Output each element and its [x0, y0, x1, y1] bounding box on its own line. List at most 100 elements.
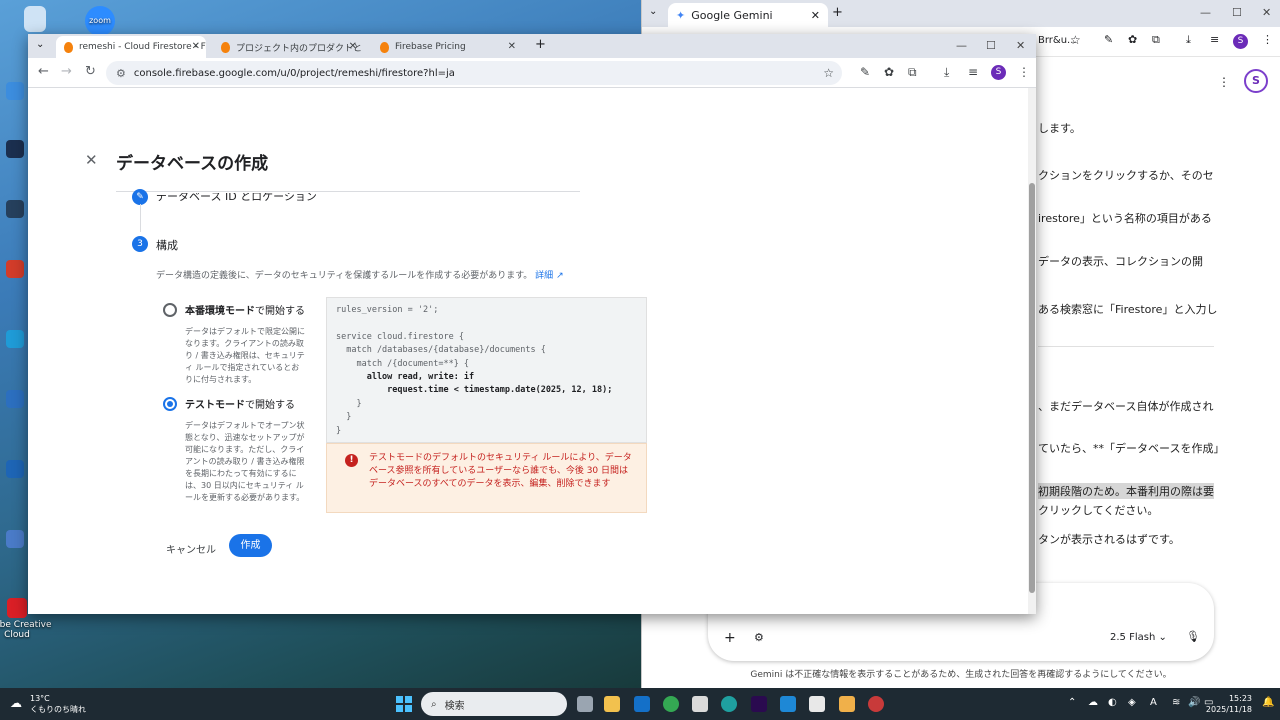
tab-title: remeshi - Cloud Firestore - Fire	[79, 42, 206, 52]
tab-search-icon[interactable]: ⌄	[36, 39, 44, 50]
close-icon[interactable]: ✕	[811, 9, 820, 22]
bookmark-star-icon[interactable]: ☆	[823, 66, 834, 80]
forward-icon[interactable]: →	[61, 64, 72, 79]
new-tab-icon[interactable]: +	[535, 37, 546, 52]
create-button[interactable]: 作成	[229, 534, 272, 557]
download-icon[interactable]: ⤓	[944, 65, 949, 80]
code-line: }	[336, 398, 362, 409]
media-icon[interactable]: ≡	[968, 65, 978, 79]
minimize-icon[interactable]: —	[956, 39, 967, 52]
app-icon[interactable]	[692, 696, 708, 712]
tray-chevron-icon[interactable]: ⌃	[1068, 697, 1076, 708]
maximize-icon[interactable]: ☐	[1232, 6, 1242, 19]
address-bar[interactable]: ⚙ console.firebase.google.com/u/0/projec…	[106, 61, 842, 85]
close-window-icon[interactable]: ✕	[1262, 6, 1271, 19]
ime-indicator-icon[interactable]: A	[1150, 697, 1157, 708]
test-mode-radio[interactable]	[163, 397, 177, 411]
response-line: データの表示、コレクションの開	[1038, 255, 1203, 268]
warning-text: テストモードのデフォルトのセキュリティ ルールにより、データベース参照を所有して…	[369, 453, 632, 489]
download-icon[interactable]: ⤓	[1186, 33, 1191, 47]
microphone-icon[interactable]: 🎙	[1186, 630, 1200, 643]
production-mode-title-rest: で開始する	[255, 306, 305, 317]
tab-products-resources[interactable]: プロジェクト内のプロダクトとリソースの ✕	[213, 36, 363, 58]
app-icon-3[interactable]	[839, 696, 855, 712]
adobe-cc-icon	[7, 598, 27, 618]
production-mode-title[interactable]: 本番環境モードで開始する	[185, 302, 305, 317]
reload-icon[interactable]: ↻	[85, 64, 96, 79]
close-icon[interactable]: ✕	[508, 41, 516, 52]
tab-search-icon[interactable]: ⌄	[649, 6, 657, 17]
close-dialog-icon[interactable]: ✕	[85, 151, 98, 169]
onedrive-icon[interactable]: ☁	[1088, 697, 1098, 708]
task-view-icon[interactable]	[577, 696, 593, 712]
production-mode-description: データはデフォルトで限定公開になります。クライアントの読み取り / 書き込み権限…	[185, 327, 305, 384]
desktop-icon-recycle-bin[interactable]	[0, 6, 70, 34]
response-line: ていたら、**「データベースを作成」	[1038, 442, 1225, 455]
gemini-tab-title: Google Gemini	[691, 8, 773, 22]
tray-icon[interactable]: ◐	[1108, 697, 1117, 708]
tray-icon-2[interactable]: ◈	[1128, 697, 1136, 708]
avatar[interactable]: S	[991, 65, 1006, 80]
chrome-icon[interactable]	[663, 696, 679, 712]
gemini-tabstrip: ⌄ ✦ Google Gemini ✕ + — ☐ ✕	[642, 0, 1280, 27]
close-icon[interactable]: ✕	[349, 41, 357, 52]
menu-icon[interactable]: ⋮	[1018, 65, 1030, 79]
minimize-icon[interactable]: —	[1200, 6, 1211, 19]
more-options-icon[interactable]: ⋮	[1218, 75, 1230, 89]
extension-icon-2[interactable]: ✿	[1128, 33, 1137, 46]
response-line: ある検索窓に「Firestore」と入力し	[1038, 303, 1218, 316]
step-3-label: 構成	[156, 239, 178, 252]
cancel-button[interactable]: キャンセル	[162, 539, 220, 558]
page-scrollbar[interactable]	[1028, 88, 1036, 614]
notification-icon[interactable]: 🔔	[1262, 697, 1274, 708]
test-mode-warning: ! テストモードのデフォルトのセキュリティ ルールにより、データベース参照を所有…	[326, 443, 647, 513]
site-info-icon[interactable]: ⚙	[116, 67, 126, 80]
close-window-icon[interactable]: ✕	[1016, 39, 1025, 52]
production-mode-radio[interactable]	[163, 303, 177, 317]
model-selector[interactable]: 2.5 Flash ⌄	[1110, 632, 1167, 643]
code-line: match /databases/{database}/documents {	[336, 345, 546, 356]
vscode-icon[interactable]	[780, 696, 796, 712]
firebase-icon	[64, 41, 73, 53]
browser-tabstrip: ⌄ remeshi - Cloud Firestore - Fire ✕ プロジ…	[28, 34, 1036, 58]
taskbar-search[interactable]: ⌕ 検索	[421, 692, 567, 716]
wifi-icon[interactable]: ≋	[1172, 697, 1180, 708]
clock[interactable]: 15:23 2025/11/18	[1206, 693, 1252, 715]
close-icon[interactable]: ✕	[192, 41, 200, 52]
bookmark-star-icon[interactable]: ☆	[1070, 33, 1081, 47]
file-explorer-icon[interactable]	[604, 696, 620, 712]
premiere-icon[interactable]	[751, 696, 767, 712]
pen-extension-icon[interactable]: ✎	[860, 65, 870, 79]
volume-icon[interactable]: 🔊	[1188, 697, 1200, 708]
gemini-user-avatar[interactable]: S	[1244, 69, 1268, 93]
back-icon[interactable]: ←	[38, 64, 49, 79]
tab-firestore[interactable]: remeshi - Cloud Firestore - Fire ✕	[56, 36, 206, 58]
app-icon-2[interactable]	[809, 696, 825, 712]
test-mode-title[interactable]: テストモードで開始する	[185, 396, 295, 411]
puzzle-icon[interactable]: ⧉	[1152, 33, 1160, 47]
outlook-icon[interactable]	[634, 696, 650, 712]
extension-icon[interactable]: ✎	[1104, 33, 1113, 46]
error-icon: !	[345, 454, 358, 467]
add-icon[interactable]: +	[724, 630, 736, 646]
production-mode-title-bold: 本番環境モード	[185, 306, 255, 317]
puzzle-icon[interactable]: ⧉	[908, 65, 917, 80]
maximize-icon[interactable]: ☐	[986, 39, 996, 52]
start-icon[interactable]	[396, 696, 412, 712]
avatar[interactable]: S	[1233, 34, 1248, 49]
media-icon[interactable]: ≡	[1210, 33, 1219, 46]
response-line-highlighted: 初期段階のため。本番利用の際は要	[1038, 483, 1214, 499]
gemini-tab[interactable]: ✦ Google Gemini ✕	[668, 3, 828, 27]
tab-firebase-pricing[interactable]: Firebase Pricing ✕	[372, 36, 522, 58]
code-line: match /{document=**} {	[336, 358, 470, 369]
extension-icon[interactable]: ✿	[884, 65, 894, 79]
app-icon-4[interactable]	[868, 696, 884, 712]
details-link[interactable]: 詳細 ↗	[535, 271, 563, 281]
menu-icon[interactable]: ⋮	[1262, 33, 1273, 46]
weather-desc: くもりのち晴れ	[30, 705, 86, 714]
weather-temp: 13°C	[30, 694, 50, 703]
scrollbar-thumb[interactable]	[1029, 183, 1035, 593]
edge-icon[interactable]	[721, 696, 737, 712]
new-tab-icon[interactable]: +	[832, 5, 843, 20]
tools-icon[interactable]: ⚙	[754, 631, 764, 644]
